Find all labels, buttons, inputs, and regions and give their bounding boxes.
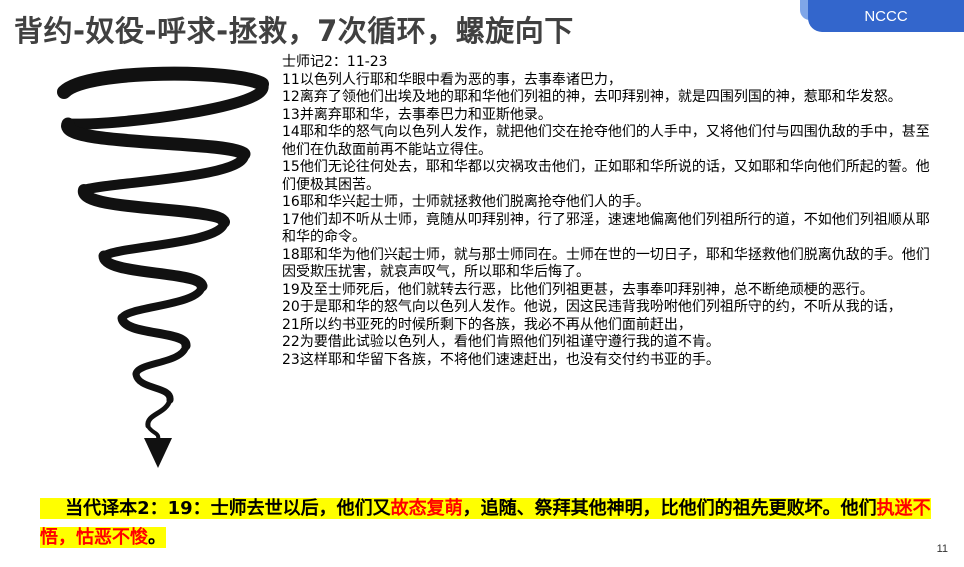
verse-17: 17他们却不听从士师，竟随从叩拜别神，行了邪淫，速速地偏离他们列祖所行的道，不如… <box>282 211 930 246</box>
verse-23: 23这样耶和华留下各族，不将他们速速赶出，也没有交付约书亚的手。 <box>282 351 720 368</box>
scripture-passage: 士师记2：11-23 11以色列人行耶和华眼中看为恶的事，去事奉诸巴力， 12离… <box>282 54 942 369</box>
highlight-line: 当代译本2：19：士师去世以后，他们又故态复萌，追随、祭拜其他神明，比他们的祖先… <box>40 498 931 548</box>
verse-15: 15他们无论往何处去，耶和华都以灾祸攻击他们，正如耶和华所说的话，又如耶和华向他… <box>282 159 930 193</box>
highlight-text-2: ，追随、祭拜其他神明，比他们的祖先 <box>462 498 769 519</box>
arrowhead <box>144 438 172 468</box>
highlighted-translation: 当代译本2：19：士师去世以后，他们又故态复萌，追随、祭拜其他神明，比他们的祖先… <box>40 494 932 552</box>
verse-14: 14耶和华的怒气向以色列人发作，就把他们交在抢夺他们的人手中，又将他们付与四围仇… <box>282 124 930 158</box>
highlight-emphasis-1: 故态复萌 <box>390 498 463 519</box>
verse-11: 11以色列人行耶和华眼中看为恶的事，去事奉诸巴力， <box>282 71 622 88</box>
page-title: 背约-奴役-呼求-拯救，7次循环，螺旋向下 <box>14 14 574 48</box>
nccc-badge: NCCC <box>808 0 964 32</box>
highlight-text-1: 当代译本2：19：士师去世以后，他们又 <box>65 498 391 519</box>
verse-19: 19及至士师死后，他们就转去行恶，比他们列祖更甚，去事奉叩拜别神，总不断绝顽梗的… <box>282 281 874 298</box>
page-number: 11 <box>936 543 948 555</box>
scripture-reference: 士师记2：11-23 <box>282 54 388 70</box>
verse-13: 13并离弃耶和华，去事奉巴力和亚斯他录。 <box>282 106 552 123</box>
downward-spiral-arrow-icon <box>57 66 269 468</box>
verse-22: 22为要借此试验以色列人，看他们肯照他们列祖谨守遵行我的道不肯。 <box>282 334 720 350</box>
verse-12: 12离弃了领他们出埃及地的耶和华他们列祖的神，去叩拜别神，就是四围列国的神，惹耶… <box>282 89 902 105</box>
highlight-text-3: 更败坏。他们 <box>768 498 877 519</box>
verse-21: 21所以约书亚死的时候所剩下的各族，我必不再从他们面前赶出， <box>282 316 692 333</box>
verse-16: 16耶和华兴起士师，士师就拯救他们脱离抢夺他们人的手。 <box>282 194 650 210</box>
verse-20: 20于是耶和华的怒气向以色列人发作。他说，因这民违背我吩咐他们列祖所守的约，不听… <box>282 299 902 315</box>
highlight-text-4: 。 <box>148 527 166 548</box>
verse-18: 18耶和华为他们兴起士师，就与那士师同在。士师在世的一切日子，耶和华拯救他们脱离… <box>282 246 930 281</box>
